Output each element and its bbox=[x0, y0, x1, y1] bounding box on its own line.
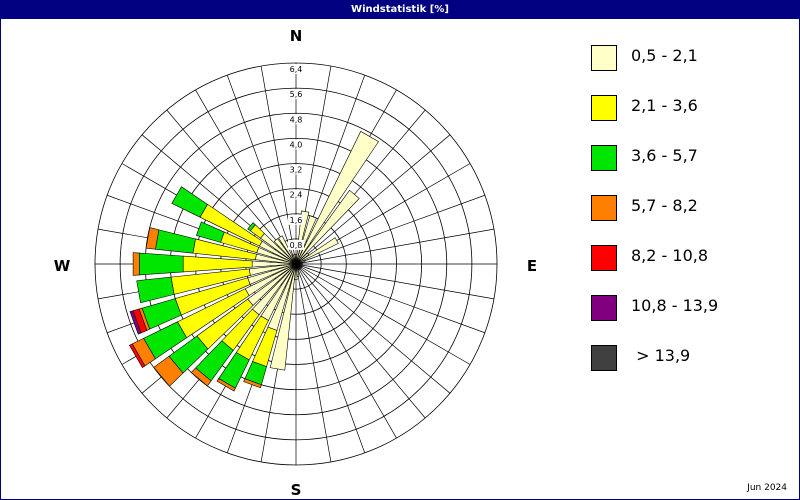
legend-label: 0,5 - 2,1 bbox=[631, 46, 698, 65]
petal-segment bbox=[139, 252, 184, 276]
legend-swatch bbox=[591, 245, 617, 271]
center-hub bbox=[293, 261, 299, 267]
compass-west-label: W bbox=[54, 257, 71, 275]
legend-swatch bbox=[591, 145, 617, 171]
ring-label: 4,0 bbox=[290, 140, 303, 149]
chart-window: Windstatistik [%] 0,8 1,6 2,4 3,2 4,0 4,8 5,6 6… bbox=[0, 0, 800, 500]
legend-item: 3,6 - 5,7 bbox=[591, 145, 791, 171]
ring-label: 2,4 bbox=[290, 191, 303, 200]
grid-spoke bbox=[295, 263, 451, 394]
wind-petals bbox=[129, 130, 379, 392]
ring-label: 4,8 bbox=[290, 115, 303, 124]
compass-south-label: S bbox=[291, 481, 302, 499]
grid-spoke bbox=[295, 263, 485, 334]
grid-spoke bbox=[295, 263, 366, 453]
ring-label: 3,2 bbox=[290, 166, 303, 175]
window-title: Windstatistik [%] bbox=[1, 1, 799, 19]
grid-spoke bbox=[295, 263, 426, 419]
ring-label: 6,4 bbox=[290, 65, 303, 74]
petal-segment bbox=[136, 276, 175, 304]
legend-label: > 13,9 bbox=[631, 346, 691, 365]
legend-item: > 13,9 bbox=[591, 345, 791, 371]
ring-label: 5,6 bbox=[290, 90, 303, 99]
ring-label: 1,6 bbox=[290, 216, 303, 225]
wind-rose-chart: 0,8 1,6 2,4 3,2 4,0 4,8 5,6 6,4 N E S W bbox=[54, 27, 537, 499]
legend-item: 5,7 - 8,2 bbox=[591, 195, 791, 221]
grid-spoke bbox=[295, 134, 451, 265]
legend-label: 2,1 - 3,6 bbox=[631, 96, 698, 115]
legend-label: 8,2 - 10,8 bbox=[631, 246, 709, 265]
legend-label: 3,6 - 5,7 bbox=[631, 146, 698, 165]
legend-label: 5,7 - 8,2 bbox=[631, 196, 698, 215]
legend-swatch bbox=[591, 295, 617, 321]
petal-segment bbox=[132, 252, 140, 276]
petal-segment bbox=[155, 229, 196, 254]
legend-swatch bbox=[591, 345, 617, 371]
ring-label: 0,8 bbox=[290, 241, 303, 250]
legend-item: 2,1 - 3,6 bbox=[591, 95, 791, 121]
petal-segment bbox=[171, 186, 208, 218]
legend-label: 10,8 - 13,9 bbox=[631, 296, 719, 315]
compass-east-label: E bbox=[527, 257, 537, 275]
legend-item: 0,5 - 2,1 bbox=[591, 45, 791, 71]
legend-item: 10,8 - 13,9 bbox=[591, 295, 791, 321]
legend-swatch bbox=[591, 195, 617, 221]
legend-swatch bbox=[591, 45, 617, 71]
legend-item: 8,2 - 10,8 bbox=[591, 245, 791, 271]
date-stamp: Jun 2024 bbox=[747, 483, 787, 493]
compass-north-label: N bbox=[290, 27, 303, 45]
legend-swatch bbox=[591, 95, 617, 121]
